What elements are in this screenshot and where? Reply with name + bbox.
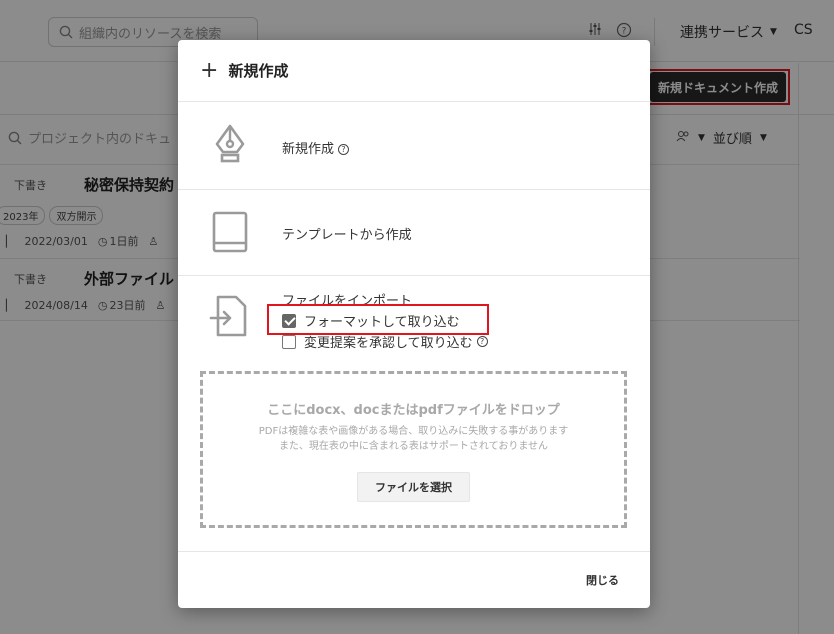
- dropzone-note: PDFは複雑な表や画像がある場合、取り込みに失敗する事があります また、現在表の…: [203, 424, 624, 454]
- help-icon[interactable]: ?: [476, 336, 488, 347]
- book-icon: [212, 211, 248, 253]
- dropzone-title: ここにdocx、docまたはpdfファイルをドロップ: [267, 403, 560, 418]
- option-import-label: ファイルをインポート: [282, 294, 413, 309]
- option-new-text: 新規作成: [282, 142, 335, 157]
- file-dropzone[interactable]: ここにdocx、docまたはpdfファイルをドロップ PDFは複雑な表や画像があ…: [200, 371, 627, 528]
- format-import-checkbox[interactable]: [282, 313, 296, 328]
- approve-changes-checkbox-row[interactable]: 変更提案を承認して取り込む?: [282, 332, 488, 351]
- option-template-label: テンプレートから作成: [282, 228, 412, 243]
- close-button[interactable]: 閉じる: [586, 572, 619, 588]
- approve-changes-label: 変更提案を承認して取り込む: [304, 336, 473, 351]
- option-new-label: 新規作成?: [282, 138, 350, 157]
- dropzone-note-line2: また、現在表の中に含まれる表はサポートされておりません: [278, 441, 549, 452]
- select-file-button[interactable]: ファイルを選択: [357, 472, 470, 502]
- format-import-checkbox-row[interactable]: フォーマットして取り込む: [282, 311, 460, 330]
- pen-nib-icon: [215, 124, 245, 163]
- option-new[interactable]: 新規作成?: [178, 102, 650, 190]
- option-import: ファイルをインポート フォーマットして取り込む 変更提案を承認して取り込む?: [178, 276, 650, 356]
- format-import-label: フォーマットして取り込む: [304, 315, 460, 330]
- new-document-modal: + 新規作成 新規作成? テンプレートから作成 ファイルをインポート フォーマッ…: [178, 40, 650, 608]
- file-import-icon: [209, 295, 247, 337]
- dropzone-note-line1: PDFは複雑な表や画像がある場合、取り込みに失敗する事があります: [258, 426, 569, 437]
- modal-header: + 新規作成: [178, 40, 650, 102]
- modal-title: 新規作成: [228, 62, 289, 80]
- modal-footer: 閉じる: [178, 551, 650, 608]
- option-template[interactable]: テンプレートから作成: [178, 190, 650, 276]
- approve-changes-checkbox[interactable]: [282, 334, 296, 349]
- plus-icon: +: [200, 57, 219, 83]
- help-icon[interactable]: ?: [338, 144, 350, 155]
